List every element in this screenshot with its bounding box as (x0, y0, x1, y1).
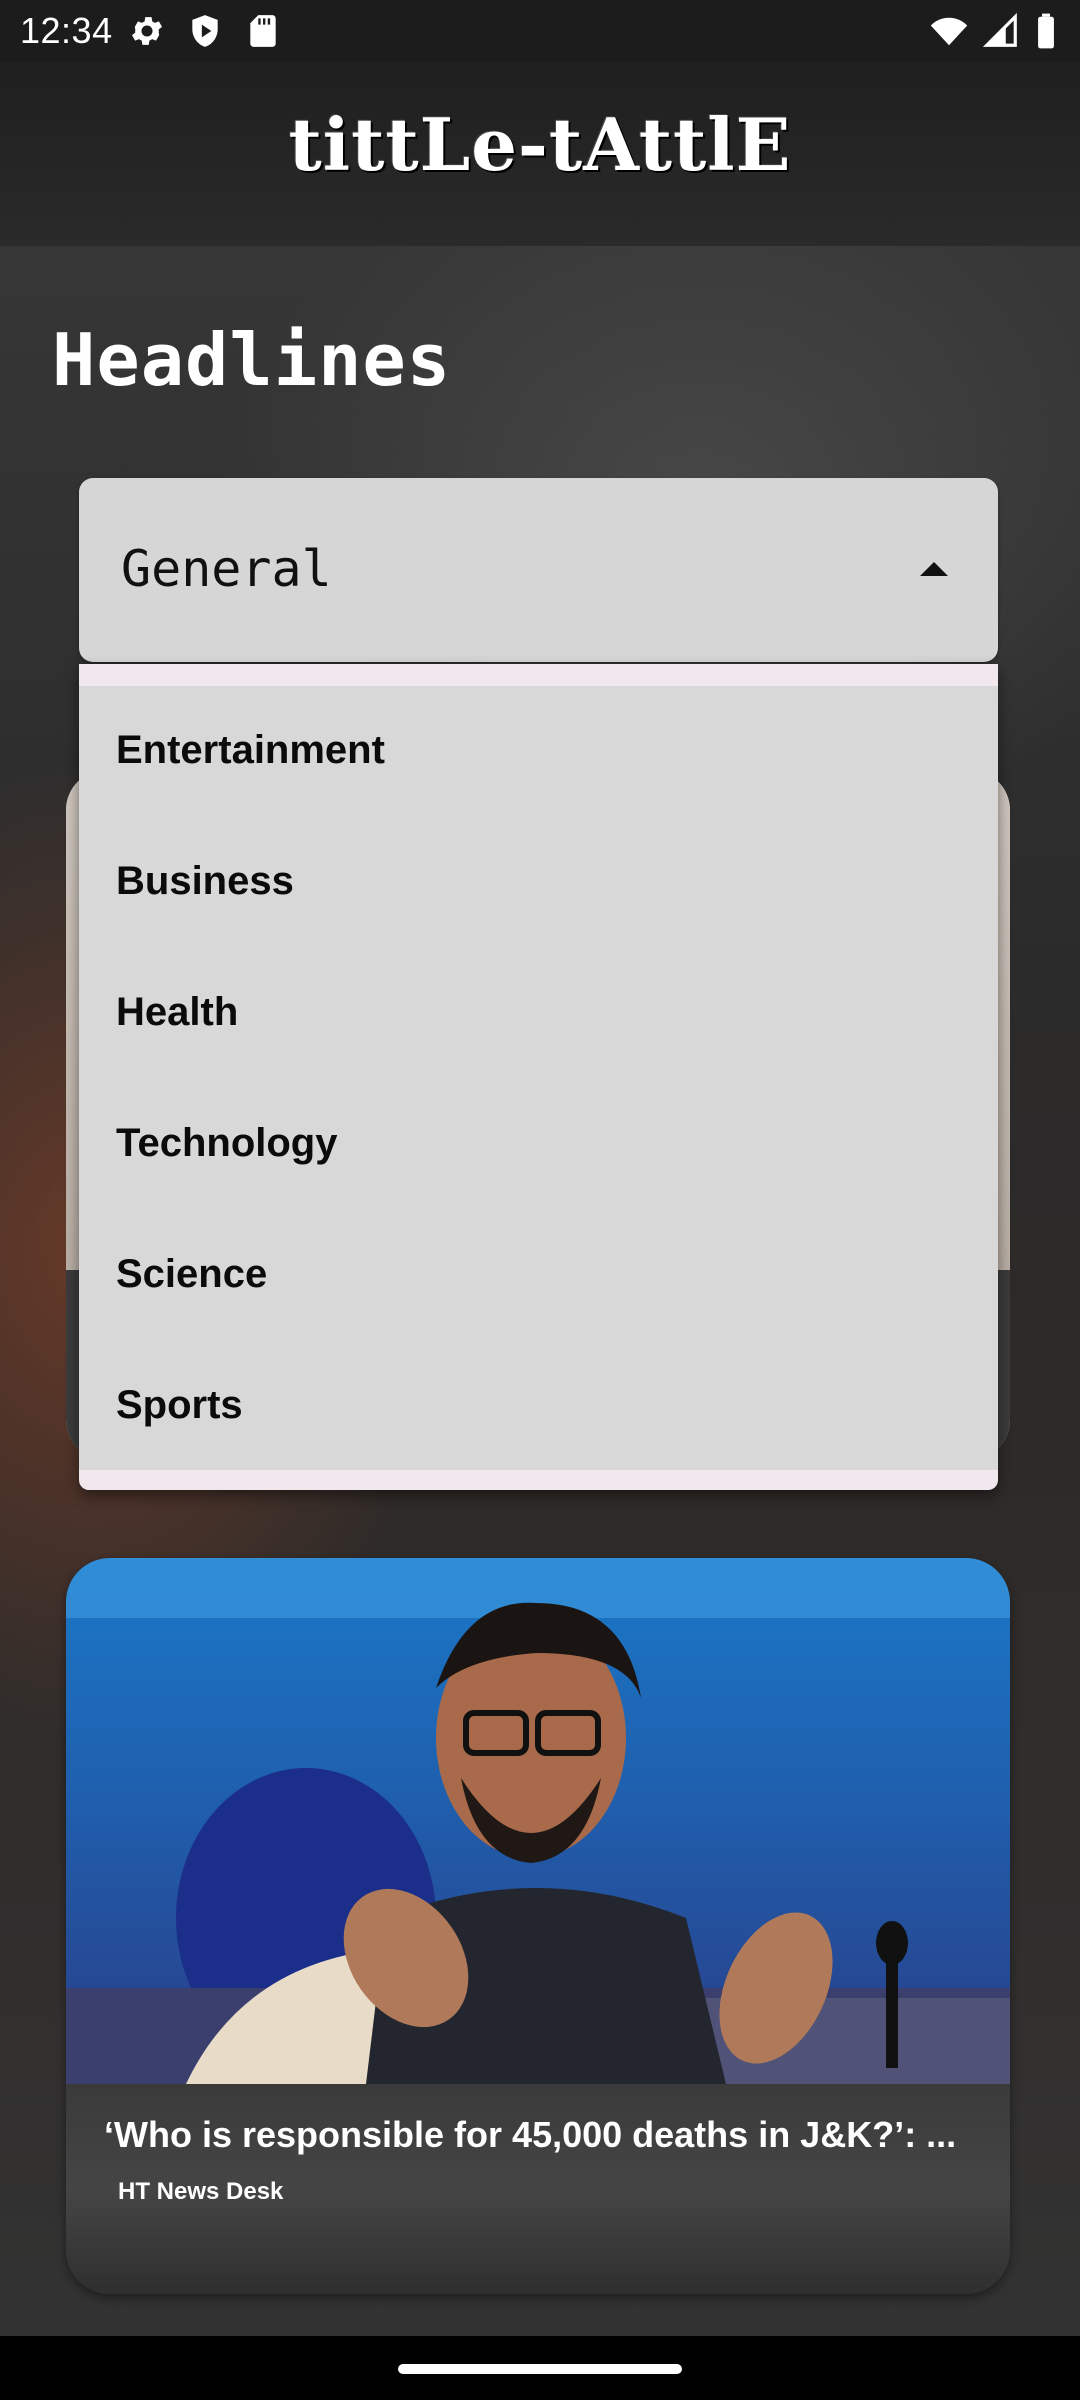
home-gesture-handle[interactable] (398, 2364, 682, 2374)
menu-item-label: Health (116, 990, 239, 1034)
article-source: HT News Desk (118, 2178, 284, 2205)
app-logo: tittLe-tAttlE (288, 102, 792, 187)
category-dropdown[interactable]: General (79, 478, 998, 662)
menu-item-label: Entertainment (116, 728, 385, 772)
article-image (66, 1558, 1010, 2084)
menu-item-technology[interactable]: Technology (79, 1079, 998, 1210)
status-time: 12:34 (20, 10, 113, 51)
menu-item-sports[interactable]: Sports (79, 1341, 998, 1472)
category-menu-list: Entertainment Business Health Technology… (79, 686, 998, 1470)
menu-item-label: Sports (116, 1383, 243, 1427)
menu-item-science[interactable]: Science (79, 1210, 998, 1341)
play-protect-icon (192, 15, 218, 47)
menu-item-business[interactable]: Business (79, 817, 998, 948)
sd-card-icon (250, 15, 276, 47)
menu-item-label: Business (116, 859, 294, 903)
menu-item-health[interactable]: Health (79, 948, 998, 1079)
signal-icon (982, 12, 1017, 47)
category-menu: Entertainment Business Health Technology… (79, 664, 998, 1490)
wifi-icon (930, 17, 968, 46)
caret-up-icon (920, 562, 948, 576)
menu-item-entertainment[interactable]: Entertainment (79, 686, 998, 817)
battery-icon (1038, 13, 1054, 49)
app-bar: tittLe-tAttlE (0, 62, 1080, 246)
navigation-bar (0, 2336, 1080, 2400)
status-bar: 12:34 (0, 0, 1080, 62)
article-card[interactable]: ‘Who is responsible for 45,000 deaths in… (66, 1558, 1010, 2294)
settings-icon (131, 17, 163, 45)
category-dropdown-value: General (121, 540, 332, 598)
menu-item-label: Science (116, 1252, 268, 1296)
page-title: Headlines (52, 318, 452, 402)
menu-item-label: Technology (116, 1121, 338, 1165)
article-title[interactable]: ‘Who is responsible for 45,000 deaths in… (104, 2114, 974, 2156)
article-caption: ‘Who is responsible for 45,000 deaths in… (66, 2084, 1010, 2294)
